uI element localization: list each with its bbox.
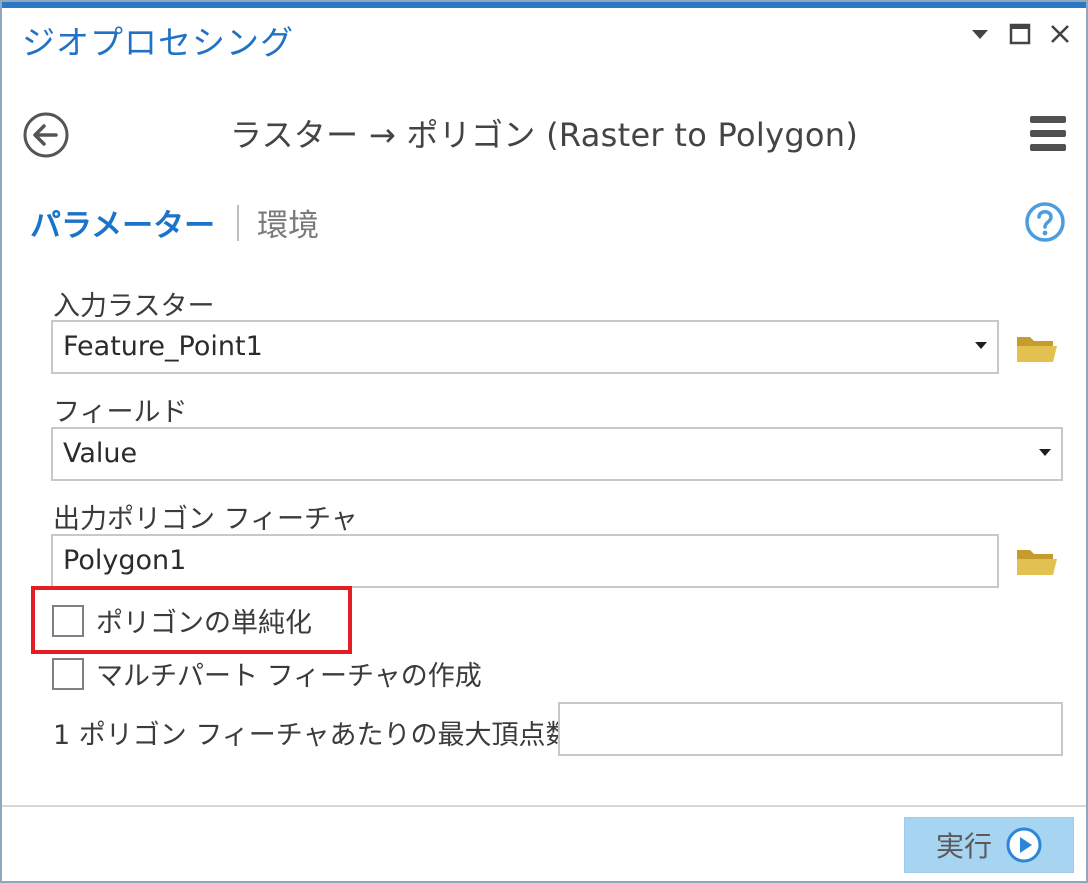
input-raster-browse-button[interactable] xyxy=(1015,332,1059,366)
tab-parameters[interactable]: パラメーター xyxy=(30,200,215,245)
multipart-checkbox[interactable] xyxy=(52,657,84,690)
pane-title: ジオプロセシング xyxy=(22,23,294,62)
tab-divider xyxy=(237,204,240,241)
folder-icon xyxy=(1017,337,1057,362)
field-value: Value xyxy=(63,438,138,469)
footer-divider xyxy=(2,805,1086,807)
tab-bar: パラメーター 環境 xyxy=(30,200,319,245)
simplify-polygons-row: ポリゴンの単純化 xyxy=(52,601,312,640)
run-button-label: 実行 xyxy=(935,830,992,863)
max-vertices-input[interactable] xyxy=(558,702,1063,756)
output-features-input[interactable]: Polygon1 xyxy=(51,534,999,588)
tool-title: ラスター → ポリゴン (Raster to Polygon) xyxy=(229,116,859,154)
chevron-down-icon[interactable] xyxy=(975,342,987,349)
chevron-down-icon[interactable] xyxy=(1039,449,1051,456)
tab-environments[interactable]: 環境 xyxy=(257,200,319,245)
hamburger-menu-icon xyxy=(1030,116,1066,151)
field-label: フィールド xyxy=(53,397,188,428)
run-button[interactable]: 実行 xyxy=(904,817,1074,873)
input-raster-dropdown[interactable]: Feature_Point1 xyxy=(51,320,999,374)
help-button[interactable] xyxy=(1024,201,1066,243)
folder-icon xyxy=(1017,550,1057,575)
geoprocessing-pane: ジオプロセシング ラスター → ポリゴン (Raster to Polygon)… xyxy=(0,0,1088,883)
input-raster-value: Feature_Point1 xyxy=(63,331,263,362)
pane-accent-bar xyxy=(2,2,1086,8)
window-controls xyxy=(968,22,1072,46)
simplify-polygons-label[interactable]: ポリゴンの単純化 xyxy=(96,601,312,640)
input-raster-label: 入力ラスター xyxy=(53,291,215,322)
help-icon xyxy=(1025,202,1065,242)
maximize-icon[interactable] xyxy=(1008,22,1032,46)
tool-menu-button[interactable] xyxy=(1030,114,1066,154)
multipart-label[interactable]: マルチパート フィーチャの作成 xyxy=(96,654,482,693)
pane-options-arrow-icon[interactable] xyxy=(968,22,992,46)
multipart-row: マルチパート フィーチャの作成 xyxy=(52,654,482,693)
simplify-polygons-checkbox[interactable] xyxy=(52,604,84,637)
close-icon[interactable] xyxy=(1048,22,1072,46)
field-dropdown[interactable]: Value xyxy=(51,427,1063,481)
output-features-value: Polygon1 xyxy=(63,545,187,576)
play-icon xyxy=(1006,827,1042,863)
output-features-label: 出力ポリゴン フィーチャ xyxy=(53,504,358,535)
max-vertices-label: 1 ポリゴン フィーチャあたりの最大頂点数 xyxy=(53,720,573,751)
output-features-browse-button[interactable] xyxy=(1015,545,1059,579)
